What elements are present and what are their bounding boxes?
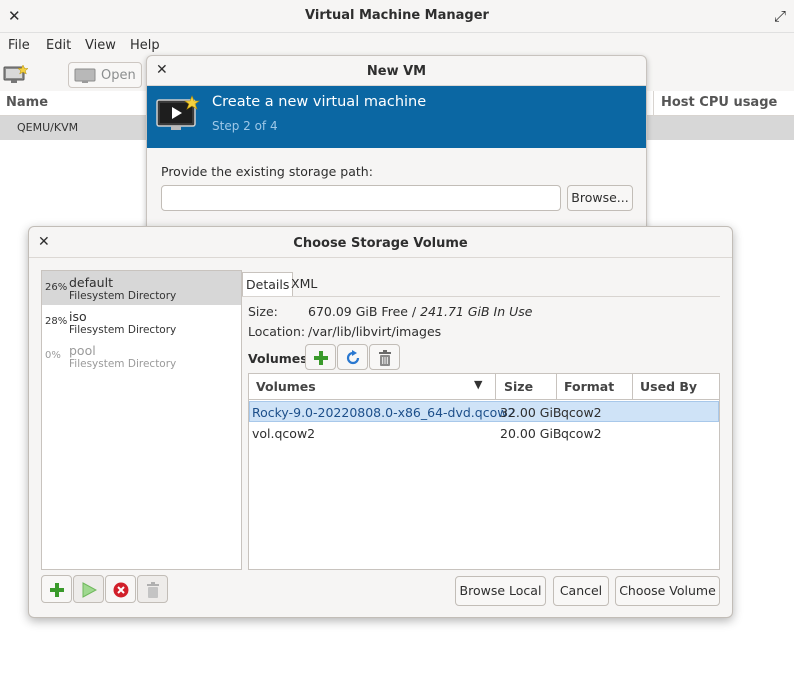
stop-icon (113, 582, 129, 598)
location-value: /var/lib/libvirt/images (308, 324, 442, 339)
volume-format: qcow2 (561, 426, 602, 441)
volumes-table-header: Volumes ▼ Size Format Used By (249, 374, 719, 400)
size-free: 670.09 GiB Free (308, 304, 408, 319)
pool-item-default[interactable]: 26% default Filesystem Directory (42, 271, 241, 305)
volume-format: qcow2 (561, 405, 602, 420)
size-value: 670.09 GiB Free / 241.71 GiB In Use (308, 304, 532, 319)
size-label: Size: (248, 304, 278, 319)
location-label: Location: (248, 324, 306, 339)
add-icon (50, 583, 64, 597)
pool-type: Filesystem Directory (69, 324, 177, 336)
add-pool-button[interactable] (41, 575, 72, 603)
pool-usage: 0% (45, 350, 61, 361)
open-label: Open (101, 68, 136, 83)
dialog-title: New VM (366, 64, 427, 79)
wizard-step: Step 2 of 4 (212, 119, 278, 133)
browse-button[interactable]: Browse... (567, 185, 633, 211)
column-separator (556, 374, 557, 400)
pool-item-iso[interactable]: 28% iso Filesystem Directory (42, 305, 241, 339)
add-volume-button[interactable] (305, 344, 336, 370)
storage-path-label: Provide the existing storage path: (161, 164, 373, 179)
volume-size: 20.00 GiB (500, 426, 562, 441)
refresh-icon (346, 350, 360, 365)
new-vm-titlebar: ✕ New VM (147, 56, 646, 86)
volume-size: 32.00 GiB (500, 405, 562, 420)
sort-descending-icon[interactable]: ▼ (474, 378, 482, 391)
refresh-volumes-button[interactable] (337, 344, 368, 370)
main-titlebar: ✕ Virtual Machine Manager ⤢ (0, 0, 794, 33)
column-host-cpu[interactable]: Host CPU usage (661, 95, 777, 110)
tab-details[interactable]: Details (242, 272, 294, 296)
pool-type: Filesystem Directory (69, 358, 177, 370)
choose-volume-button[interactable]: Choose Volume (615, 576, 720, 606)
pool-name: default (69, 275, 113, 290)
new-vm-button[interactable] (3, 64, 29, 84)
pool-name: iso (69, 309, 87, 324)
play-icon (82, 582, 97, 598)
monitor-icon (74, 68, 96, 83)
column-separator (632, 374, 633, 400)
trash-icon (147, 582, 159, 598)
delete-pool-button[interactable] (137, 575, 168, 603)
storage-path-input[interactable] (161, 185, 561, 211)
column-name[interactable]: Name (6, 95, 48, 110)
column-separator (653, 91, 654, 116)
column-separator (495, 374, 496, 400)
pool-item-pool[interactable]: 0% pool Filesystem Directory (42, 339, 241, 373)
details-tabs: Details XML (242, 270, 720, 297)
storage-dialog-titlebar: ✕ Choose Storage Volume (29, 227, 732, 258)
column-size[interactable]: Size (504, 379, 533, 394)
volumes-label: Volumes (248, 351, 308, 366)
new-vm-dialog: ✕ New VM Create a new virtual machine St… (146, 55, 647, 235)
column-volumes[interactable]: Volumes (256, 379, 316, 394)
menu-file[interactable]: File (8, 38, 30, 53)
start-pool-button[interactable] (73, 575, 104, 603)
volumes-table: Volumes ▼ Size Format Used By Rocky-9.0-… (248, 373, 720, 570)
column-used-by[interactable]: Used By (640, 379, 697, 394)
volume-name: vol.qcow2 (252, 426, 316, 441)
trash-icon (379, 350, 391, 366)
pool-type: Filesystem Directory (69, 290, 177, 302)
table-row[interactable]: vol.qcow2 20.00 GiB qcow2 (249, 423, 719, 444)
add-icon (314, 351, 328, 365)
dialog-title: Choose Storage Volume (293, 236, 468, 251)
menu-view[interactable]: View (85, 38, 116, 53)
tab-xml[interactable]: XML (288, 272, 320, 296)
pool-usage: 26% (45, 282, 68, 293)
window-title: Virtual Machine Manager (305, 8, 489, 23)
stop-pool-button[interactable] (105, 575, 136, 603)
choose-storage-volume-dialog: ✕ Choose Storage Volume 26% default File… (28, 226, 733, 618)
menu-help[interactable]: Help (130, 38, 160, 53)
browse-local-button[interactable]: Browse Local (455, 576, 546, 606)
open-button[interactable]: Open (68, 62, 142, 88)
menu-edit[interactable]: Edit (46, 38, 71, 53)
virtual-machine-icon (156, 95, 200, 130)
wizard-banner: Create a new virtual machine Step 2 of 4 (147, 86, 646, 148)
wizard-heading: Create a new virtual machine (212, 94, 427, 110)
delete-volume-button[interactable] (369, 344, 400, 370)
column-format[interactable]: Format (564, 379, 614, 394)
size-used: 241.71 GiB In Use (420, 304, 533, 319)
size-separator: / (407, 304, 421, 319)
pool-name: pool (69, 343, 96, 358)
new-vm-icon (3, 64, 29, 83)
cancel-button[interactable]: Cancel (553, 576, 609, 606)
pool-usage: 28% (45, 316, 68, 327)
table-row[interactable]: Rocky-9.0-20220808.0-x86_64-dvd.qcow2 32… (249, 401, 719, 422)
volume-name: Rocky-9.0-20220808.0-x86_64-dvd.qcow2 (252, 405, 516, 420)
connection-name: QEMU/KVM (17, 121, 79, 134)
maximize-icon[interactable]: ⤢ (774, 7, 786, 25)
storage-pool-list: 26% default Filesystem Directory 28% iso… (41, 270, 242, 570)
